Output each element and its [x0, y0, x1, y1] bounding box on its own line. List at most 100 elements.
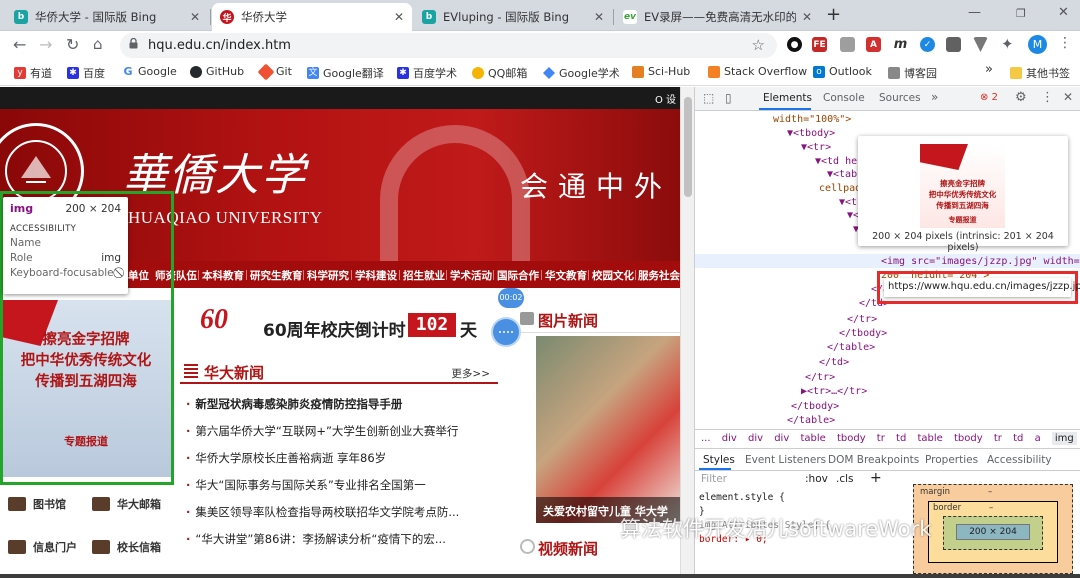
error-badge[interactable]: ⊗ 2 [980, 92, 998, 103]
page-scrollbar[interactable] [680, 87, 694, 578]
news-item[interactable]: · “华大讲堂”第86讲：李扬解读分析“疫情下的宏... [186, 531, 488, 547]
box-model[interactable]: margin – border – 200 × 204 [913, 484, 1073, 574]
dom-line[interactable]: </table> [787, 414, 835, 428]
gear-icon[interactable]: ⚙ [1015, 90, 1027, 105]
breadcrumb-item[interactable]: td [1013, 433, 1023, 444]
bookmark-github[interactable]: GitHub [190, 65, 244, 78]
reload-icon[interactable]: ↻ [66, 35, 79, 54]
dom-line[interactable]: ▼<tbody> [787, 127, 835, 141]
puzzle-icon[interactable]: ✦ [1001, 35, 1014, 53]
tab-console[interactable]: Console [823, 92, 865, 104]
tab-accessibility[interactable]: Accessibility [987, 454, 1052, 466]
bookmark-baidu[interactable]: ✱ 百度 [67, 65, 105, 81]
nav-item[interactable]: 研究生教育 [250, 268, 303, 283]
extension-icon[interactable] [840, 37, 855, 52]
nav-item[interactable]: 华文教育 [545, 268, 587, 283]
breadcrumb-item[interactable]: ... [701, 433, 711, 444]
breadcrumb-item[interactable]: tr [877, 433, 885, 444]
hov-toggle[interactable]: :hov [805, 473, 828, 485]
nav-item[interactable]: 校园文化 [592, 268, 634, 283]
bookmark-google-translate[interactable]: 文 Google翻译 [307, 65, 384, 81]
menu-kebab-icon[interactable]: ⋮ [1058, 35, 1072, 51]
close-icon[interactable]: ✕ [1063, 90, 1073, 104]
other-bookmarks[interactable]: 其他书签 [1010, 65, 1070, 81]
nav-item[interactable]: 学科建设 [355, 268, 397, 283]
minimize-icon[interactable]: — [968, 5, 981, 20]
close-icon[interactable]: ✕ [802, 10, 812, 24]
breadcrumb-item[interactable]: div [774, 433, 789, 444]
bookmark-git[interactable]: Git [257, 63, 292, 80]
pdf-icon[interactable]: A [866, 37, 881, 52]
tab-dom-breakpoints[interactable]: DOM Breakpoints [828, 454, 919, 466]
recorder-widget-icon[interactable] [491, 317, 521, 347]
recorder-timer[interactable]: 00:02 [498, 288, 524, 308]
menu-kebab-icon[interactable]: ⋮ [1041, 90, 1054, 105]
breadcrumb-item[interactable]: div [748, 433, 763, 444]
dom-line[interactable]: ▶<tr>…</tr> [801, 385, 867, 399]
extension-icon[interactable]: ● [787, 37, 802, 52]
dom-line[interactable]: </tbody> [791, 400, 839, 414]
breadcrumb-item[interactable]: a [1035, 433, 1041, 444]
breadcrumb-item-current[interactable]: img [1051, 432, 1077, 445]
news-more-link[interactable]: 更多>> [451, 366, 490, 381]
news-item[interactable]: · 第六届华侨大学“互联网+”大学生创新创业大赛举行 [186, 423, 488, 439]
dom-line[interactable]: </table> [827, 341, 875, 355]
cls-toggle[interactable]: .cls [836, 473, 854, 485]
dom-line[interactable]: </td> [819, 356, 849, 370]
tab-ev-recorder[interactable]: ev EV录屏——免费高清无水印的屏 ✕ [615, 3, 820, 31]
breadcrumb-item[interactable]: tbody [954, 433, 983, 444]
dom-line[interactable]: </tbody> [839, 327, 887, 341]
breadcrumb-item[interactable]: td [896, 433, 906, 444]
close-icon[interactable]: ✕ [594, 10, 604, 24]
forward-icon[interactable]: → [39, 35, 52, 54]
bookmark-baidu-scholar[interactable]: ✱ 百度学术 [397, 65, 457, 81]
tab-bing-evluping[interactable]: b EVluping - 国际版 Bing ✕ [414, 3, 612, 31]
dom-line[interactable]: cellpad [819, 182, 861, 196]
device-toggle-icon[interactable]: ▯ [725, 91, 732, 105]
bookmark-cnblogs[interactable]: 博客园 [888, 65, 937, 81]
extension-fe-icon[interactable]: FE [812, 37, 827, 52]
bookmark-google[interactable]: G Google [122, 65, 177, 78]
breadcrumb-item[interactable]: div [722, 433, 737, 444]
extension-icon[interactable] [946, 37, 961, 52]
bookmark-qqmail[interactable]: QQ邮箱 [472, 65, 527, 81]
news-item[interactable]: · 华大“国际事务与国际关系”专业排名全国第一 [186, 477, 488, 493]
news-item[interactable]: · 新型冠状病毒感染肺炎疫情防控指导手册 [186, 396, 488, 412]
tab-elements[interactable]: Elements [763, 92, 812, 104]
breadcrumb-item[interactable]: tbody [837, 433, 866, 444]
tab-styles[interactable]: Styles [703, 454, 735, 466]
bookmark-outlook[interactable]: o Outlook [813, 65, 872, 78]
nav-item[interactable]: 国际合作 [497, 268, 539, 283]
extension-icon[interactable]: ✓ [920, 37, 935, 52]
news-item[interactable]: · 华侨大学原校长庄善裕病逝 享年86岁 [186, 450, 488, 466]
back-icon[interactable]: ← [13, 35, 26, 54]
star-icon[interactable]: ☆ [752, 36, 765, 54]
tab-huaqiao-active[interactable]: 华 华侨大学 ✕ [212, 3, 412, 31]
home-icon[interactable]: ⌂ [93, 35, 103, 53]
breadcrumb-item[interactable]: table [918, 433, 943, 444]
omnibox[interactable]: hqu.edu.cn/index.htm ☆ [120, 33, 777, 58]
nav-item[interactable]: 本科教育 [202, 268, 244, 283]
dom-line-img[interactable]: <img src="images/jzzp.jpg" width= [881, 255, 1080, 269]
quick-link-president-mail[interactable]: 校长信箱 [92, 539, 161, 555]
quick-link-mail[interactable]: 华大邮箱 [92, 496, 161, 512]
nav-item[interactable]: 学术活动 [450, 268, 492, 283]
close-icon[interactable]: ✕ [190, 10, 200, 24]
breadcrumb-item[interactable]: tr [994, 433, 1002, 444]
styles-filter-input[interactable]: Filter [701, 473, 727, 485]
tab-bing-huaqiao[interactable]: b 华侨大学 - 国际版 Bing ✕ [6, 3, 208, 31]
new-tab-button[interactable]: + [826, 4, 841, 25]
bookmark-scihub[interactable]: Sci-Hub [632, 65, 690, 78]
news-item[interactable]: · 集美区领导率队检查指导两校联招华文学院考点防... [186, 504, 488, 520]
dom-line[interactable]: </tr> [805, 371, 835, 385]
settings-link[interactable]: O 设 [655, 91, 676, 106]
extension-icon[interactable] [973, 37, 988, 52]
bookmark-stackoverflow[interactable]: Stack Overflow [708, 65, 807, 78]
quick-link-library[interactable]: 图书馆 [8, 496, 66, 512]
add-rule-button[interactable]: + [870, 470, 882, 486]
tab-sources[interactable]: Sources [879, 92, 921, 104]
quick-link-portal[interactable]: 信息门户 [8, 539, 77, 555]
close-window-icon[interactable]: ✕ [1058, 5, 1069, 20]
nav-item[interactable]: 服务社会 [638, 268, 680, 283]
nav-item[interactable]: 科学研究 [307, 268, 349, 283]
